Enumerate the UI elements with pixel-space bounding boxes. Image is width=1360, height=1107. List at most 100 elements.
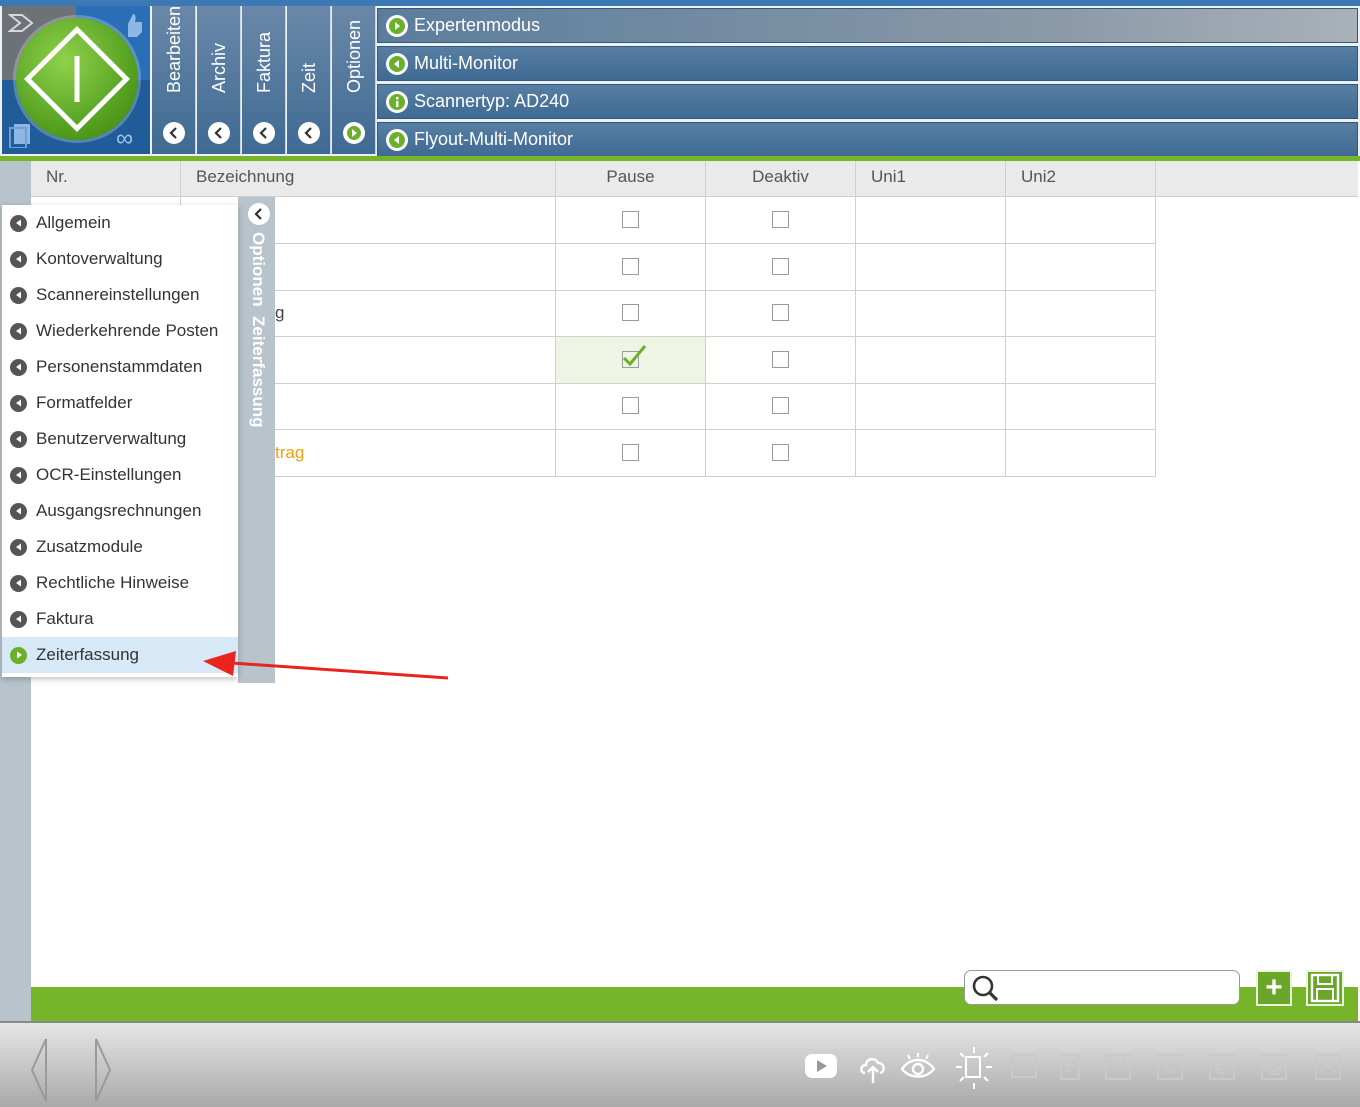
flyout-item-allgemein[interactable]: Allgemein bbox=[2, 205, 238, 241]
play-left-icon bbox=[10, 502, 27, 520]
search-box[interactable] bbox=[964, 970, 1240, 1005]
play-left-icon bbox=[10, 394, 27, 412]
deaktiv-checkbox[interactable] bbox=[772, 397, 789, 414]
app-header: ∞ Bearbeiten Archiv Faktura Zeit Optione… bbox=[0, 6, 1360, 157]
column-nr[interactable]: Nr. bbox=[31, 161, 181, 197]
flyout-item-label: OCR-Einstellungen bbox=[36, 465, 182, 484]
pause-checkbox[interactable] bbox=[622, 397, 639, 414]
euro-icon[interactable] bbox=[1208, 1053, 1236, 1081]
play-left-icon bbox=[10, 574, 27, 592]
play-left-icon bbox=[10, 538, 27, 556]
pause-checkbox[interactable] bbox=[622, 304, 639, 321]
copy-icon[interactable] bbox=[8, 124, 32, 148]
save-icon[interactable] bbox=[1104, 1053, 1132, 1081]
flyout-item-label: Wiederkehrende Posten bbox=[36, 321, 219, 340]
play-left-icon bbox=[10, 250, 27, 268]
pause-checkbox[interactable] bbox=[622, 211, 639, 228]
tab-zeit[interactable]: Zeit bbox=[287, 6, 331, 154]
footer-bar bbox=[0, 1021, 1360, 1107]
chevron-right-icon[interactable] bbox=[342, 122, 365, 144]
scanner-light-icon[interactable] bbox=[950, 1045, 998, 1091]
flyout-item-zusatzmodule[interactable]: Zusatzmodule bbox=[2, 529, 238, 565]
flyout-item-label: Formatfelder bbox=[36, 393, 133, 412]
at-icon[interactable] bbox=[1260, 1053, 1288, 1081]
play-right-icon bbox=[10, 646, 27, 664]
bezeichnung-text: g bbox=[275, 303, 285, 322]
flyout-item-kontoverwaltung[interactable]: Kontoverwaltung bbox=[2, 241, 238, 277]
flyout-item-benutzerverwaltung[interactable]: Benutzerverwaltung bbox=[2, 421, 238, 457]
table-header: Nr. Bezeichnung Pause Deaktiv Uni1 Uni2 bbox=[31, 161, 1358, 197]
menu-multi-monitor[interactable]: Multi-Monitor bbox=[377, 46, 1358, 81]
pause-checkbox[interactable] bbox=[622, 344, 647, 368]
plus-icon: + bbox=[1265, 971, 1283, 1004]
infinity-icon: ∞ bbox=[116, 125, 134, 152]
flyout-item-label: Ausgangsrechnungen bbox=[36, 501, 202, 520]
pause-checkbox[interactable] bbox=[622, 443, 639, 461]
play-left-icon bbox=[10, 214, 27, 232]
menu-flyout-multi-monitor[interactable]: Flyout-Multi-Monitor bbox=[377, 122, 1358, 157]
flyout-tab-label: Optionen Zeiterfassung bbox=[249, 232, 268, 428]
flyout-item-label: Allgemein bbox=[36, 213, 111, 232]
flyout-item-label: Personenstammdaten bbox=[36, 357, 203, 376]
next-arrow-icon[interactable] bbox=[92, 1037, 114, 1103]
flyout-item-label: Scannereinstellungen bbox=[36, 285, 200, 304]
cloud-upload-icon[interactable] bbox=[858, 1053, 888, 1085]
info-icon bbox=[386, 90, 408, 113]
flyout-item-ausgangsrechnungen[interactable]: Ausgangsrechnungen bbox=[2, 493, 238, 529]
chevron-left-icon[interactable] bbox=[162, 122, 185, 144]
deaktiv-checkbox[interactable] bbox=[772, 257, 789, 275]
settings-icon[interactable] bbox=[1156, 1053, 1184, 1081]
add-button[interactable]: + bbox=[1256, 970, 1292, 1006]
options-flyout: Allgemein Kontoverwaltung Scannereinstellu… bbox=[2, 205, 238, 677]
flyout-item-wiederkehrende-posten[interactable]: Wiederkehrende Posten bbox=[2, 313, 238, 349]
window-icon[interactable] bbox=[1010, 1053, 1038, 1081]
play-left-icon bbox=[10, 286, 27, 304]
chevron-left-icon[interactable] bbox=[297, 122, 320, 144]
column-deaktiv[interactable]: Deaktiv bbox=[706, 161, 856, 197]
search-icon bbox=[972, 975, 999, 1002]
bezeichnung-text: trag bbox=[275, 442, 305, 462]
save-icon bbox=[1310, 973, 1340, 1003]
column-pause[interactable]: Pause bbox=[556, 161, 706, 197]
previous-arrow-icon[interactable] bbox=[28, 1037, 50, 1103]
deaktiv-checkbox[interactable] bbox=[772, 304, 789, 321]
deaktiv-checkbox[interactable] bbox=[772, 443, 789, 461]
tab-optionen[interactable]: Optionen bbox=[332, 6, 376, 154]
tab-bearbeiten[interactable]: Bearbeiten bbox=[152, 6, 196, 154]
flyout-item-scannereinstellungen[interactable]: Scannereinstellungen bbox=[2, 277, 238, 313]
column-bezeichnung[interactable]: Bezeichnung bbox=[181, 161, 556, 197]
tab-archiv[interactable]: Archiv bbox=[197, 6, 241, 154]
menu-expertenmodus[interactable]: Expertenmodus bbox=[377, 8, 1358, 43]
app-logo[interactable]: ∞ bbox=[2, 6, 150, 154]
document-edit-icon[interactable] bbox=[1058, 1053, 1086, 1081]
flyout-item-label: Zeiterfassung bbox=[36, 645, 139, 664]
play-left-icon bbox=[10, 610, 27, 628]
tab-faktura[interactable]: Faktura bbox=[242, 6, 286, 154]
chevron-left-icon[interactable] bbox=[248, 203, 270, 225]
chevron-left-icon[interactable] bbox=[207, 122, 230, 144]
chevron-left-icon[interactable] bbox=[252, 122, 275, 144]
play-left-icon bbox=[10, 358, 27, 376]
save-button[interactable] bbox=[1306, 970, 1344, 1006]
deaktiv-checkbox[interactable] bbox=[772, 350, 789, 368]
flyout-item-label: Benutzerverwaltung bbox=[36, 429, 187, 448]
play-left-icon bbox=[10, 430, 27, 448]
search-input[interactable] bbox=[1005, 975, 1233, 1001]
flyout-item-personenstammdaten[interactable]: Personenstammdaten bbox=[2, 349, 238, 385]
deaktiv-checkbox[interactable] bbox=[772, 211, 789, 228]
eye-icon[interactable] bbox=[900, 1053, 936, 1081]
play-left-icon bbox=[10, 322, 27, 340]
mail-icon[interactable] bbox=[1314, 1053, 1342, 1081]
youtube-icon[interactable] bbox=[804, 1053, 838, 1079]
flyout-tab[interactable]: Optionen Zeiterfassung bbox=[238, 197, 275, 683]
flyout-item-ocr-einstellungen[interactable]: OCR-Einstellungen bbox=[2, 457, 238, 493]
flyout-item-formatfelder[interactable]: Formatfelder bbox=[2, 385, 238, 421]
flyout-item-zeiterfassung[interactable]: Zeiterfassung bbox=[2, 637, 238, 673]
flyout-item-faktura[interactable]: Faktura bbox=[2, 601, 238, 637]
menu-scannertyp[interactable]: Scannertyp: AD240 bbox=[377, 84, 1358, 119]
column-uni1[interactable]: Uni1 bbox=[856, 161, 1006, 197]
pause-checkbox[interactable] bbox=[622, 257, 639, 275]
flyout-item-rechtliche-hinweise[interactable]: Rechtliche Hinweise bbox=[2, 565, 238, 601]
flyout-item-label: Faktura bbox=[36, 609, 94, 628]
column-uni2[interactable]: Uni2 bbox=[1006, 161, 1156, 197]
